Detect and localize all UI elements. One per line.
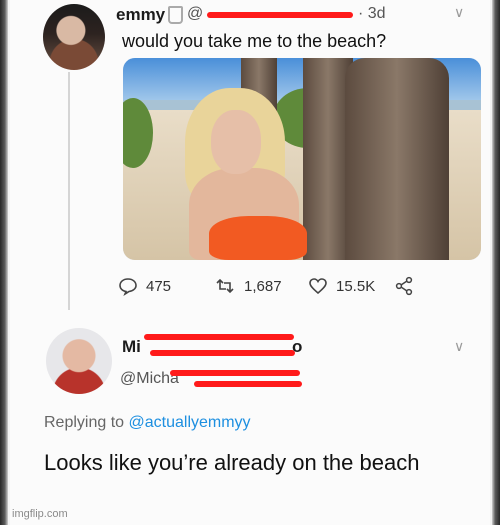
replying-to-line: Replying to @actuallyemmyy <box>44 414 251 432</box>
like-count: 15.5K <box>336 277 376 295</box>
heart-icon <box>309 278 327 295</box>
redaction-mark <box>194 381 302 387</box>
retweet-action[interactable]: 1,687 <box>214 276 282 296</box>
comment-bubble-icon <box>119 278 137 296</box>
replying-to-handle[interactable]: @actuallyemmyy <box>129 414 251 431</box>
face <box>211 110 261 174</box>
replying-to-prefix: Replying to <box>44 414 125 431</box>
reply-text: Looks like you’re already on the beach <box>44 450 420 475</box>
redaction-mark <box>150 350 295 356</box>
chevron-down-icon[interactable]: ∨ <box>454 4 464 21</box>
tweet-text: would you take me to the beach? <box>122 31 387 51</box>
reply-avatar[interactable] <box>46 328 112 394</box>
redaction-mark <box>170 370 300 376</box>
thread-line <box>68 72 70 310</box>
share-action[interactable] <box>394 276 422 296</box>
photo-frame-left <box>0 0 8 525</box>
watermark: imgflip.com <box>12 508 68 520</box>
tweet-card: emmy @ · 3d ∨ would you take me to the b… <box>10 0 490 525</box>
like-action[interactable]: 15.5K <box>308 276 375 296</box>
handle[interactable]: @ <box>187 5 203 23</box>
chevron-down-icon[interactable]: ∨ <box>454 338 464 355</box>
retweet-count: 1,687 <box>244 277 282 295</box>
display-name[interactable]: emmy <box>116 5 165 25</box>
retweet-icon <box>216 278 234 294</box>
palm-trunk <box>345 58 449 260</box>
avatar[interactable] <box>43 4 105 70</box>
bikini-top <box>209 216 307 260</box>
photo-frame-right <box>492 0 500 525</box>
redaction-mark <box>144 334 294 340</box>
share-icon <box>395 276 413 296</box>
tweet-photo[interactable] <box>123 58 481 260</box>
reply-display-name-start[interactable]: Mi <box>122 337 141 357</box>
redaction-mark <box>207 12 353 18</box>
phone-icon <box>168 6 183 24</box>
reply-display-name-end: o <box>292 337 303 356</box>
reply-action[interactable]: 475 <box>118 276 171 296</box>
reply-count: 475 <box>146 277 172 295</box>
timestamp[interactable]: · 3d <box>358 5 386 23</box>
